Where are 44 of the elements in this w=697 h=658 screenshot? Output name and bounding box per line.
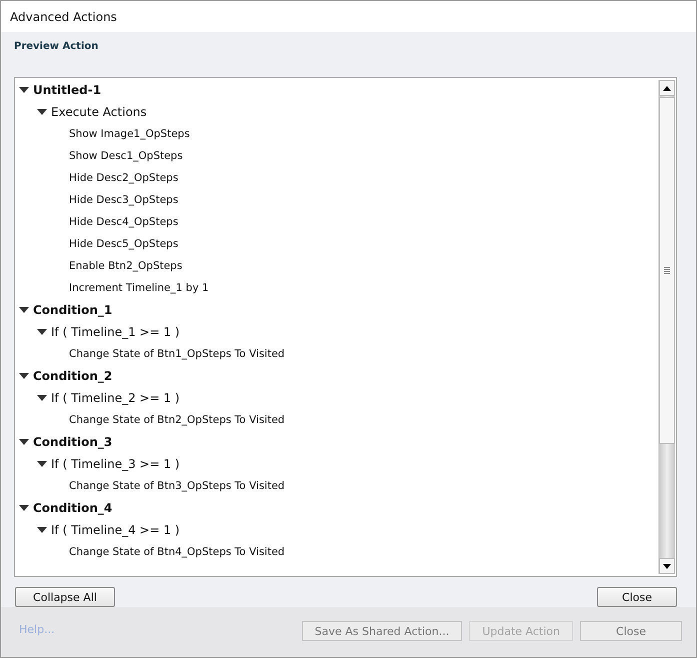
tree-item[interactable]: Change State of Btn1_OpSteps To Visited — [69, 348, 285, 360]
tree-item[interactable]: Hide Desc4_OpSteps — [69, 216, 178, 228]
window-title: Advanced Actions — [10, 10, 117, 24]
scroll-down-button[interactable] — [659, 558, 675, 574]
collapse-triangle-icon[interactable] — [37, 393, 47, 403]
scroll-up-button[interactable] — [659, 80, 675, 96]
tree-item[interactable]: Execute Actions — [51, 105, 147, 119]
footer-button[interactable]: Save As Shared Action... — [302, 621, 462, 641]
tree-item[interactable]: Change State of Btn4_OpSteps To Visited — [69, 546, 285, 558]
collapse-triangle-icon[interactable] — [19, 371, 29, 381]
down-arrow-icon — [663, 564, 671, 568]
scrollbar-thumb[interactable] — [659, 97, 675, 444]
collapse-triangle-icon[interactable] — [19, 437, 29, 447]
tree-item[interactable]: Untitled-1 — [33, 83, 102, 97]
up-arrow-icon — [663, 86, 671, 90]
collapse-triangle-icon[interactable] — [37, 327, 47, 337]
tree-item[interactable]: Show Desc1_OpSteps — [69, 150, 183, 162]
collapse-triangle-icon[interactable] — [37, 459, 47, 469]
tree-item[interactable]: If ( Timeline_2 >= 1 ) — [51, 391, 180, 405]
collapse-triangle-icon[interactable] — [19, 503, 29, 513]
tree-item[interactable]: Change State of Btn3_OpSteps To Visited — [69, 480, 285, 492]
vertical-scrollbar[interactable] — [658, 80, 675, 574]
dialog-button[interactable]: Collapse All — [15, 587, 115, 607]
footer-button[interactable]: Close — [580, 621, 682, 641]
tree-item[interactable]: Condition_3 — [33, 435, 112, 449]
collapse-triangle-icon[interactable] — [37, 525, 47, 535]
tree-item[interactable]: Condition_4 — [33, 501, 112, 515]
tree-item[interactable]: Hide Desc2_OpSteps — [69, 172, 178, 184]
tree-item[interactable]: Hide Desc3_OpSteps — [69, 194, 178, 206]
tree-item[interactable]: Increment Timeline_1 by 1 — [69, 282, 209, 294]
tree-item[interactable]: Enable Btn2_OpSteps — [69, 260, 182, 272]
tree-item[interactable]: Show Image1_OpSteps — [69, 128, 190, 140]
tree-item[interactable]: Change State of Btn2_OpSteps To Visited — [69, 414, 285, 426]
dialog-button[interactable]: Close — [597, 587, 677, 607]
section-title: Preview Action — [14, 41, 100, 54]
tree-item[interactable]: If ( Timeline_3 >= 1 ) — [51, 457, 180, 471]
tree-item[interactable]: Condition_2 — [33, 369, 112, 383]
collapse-triangle-icon[interactable] — [19, 305, 29, 315]
tree-item[interactable]: Condition_1 — [33, 303, 112, 317]
collapse-triangle-icon[interactable] — [19, 85, 29, 95]
tree-item[interactable]: Hide Desc5_OpSteps — [69, 238, 178, 250]
tree-item[interactable]: If ( Timeline_4 >= 1 ) — [51, 523, 180, 537]
collapse-triangle-icon[interactable] — [37, 107, 47, 117]
tree-item[interactable]: If ( Timeline_1 >= 1 ) — [51, 325, 180, 339]
